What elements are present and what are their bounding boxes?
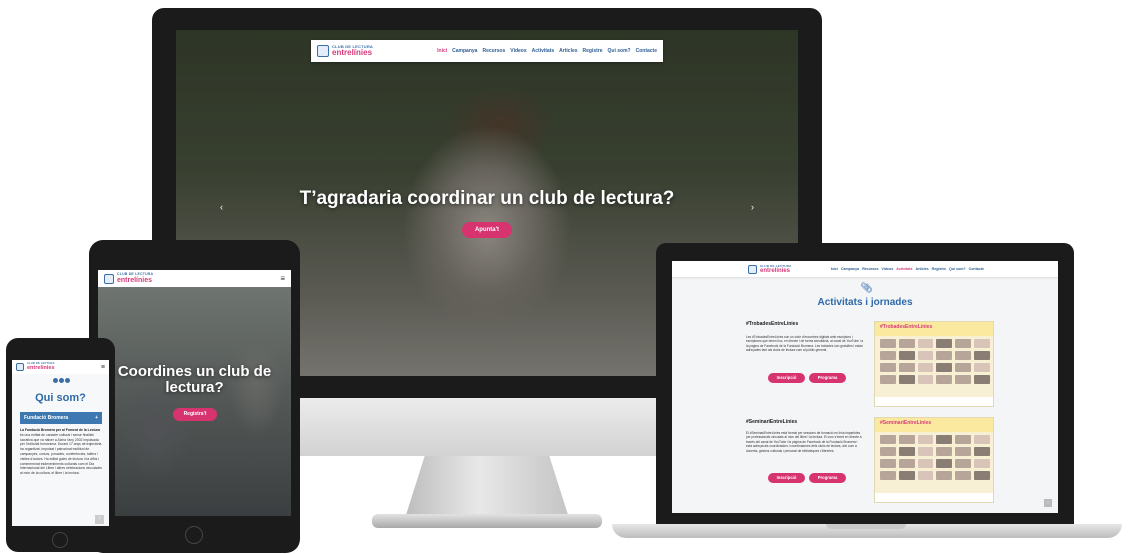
hero-title: T’agradaria coordinar un club de lectura… xyxy=(299,188,675,209)
logo-bottom-text: entrelínies xyxy=(117,276,153,284)
body-text: és una entitat de caràcter cultural i se… xyxy=(20,432,102,476)
inscripcio-button[interactable]: Inscripció xyxy=(768,473,805,483)
hamburger-menu-icon[interactable]: ≡ xyxy=(280,274,285,283)
section-buttons-trobades: Inscripció Programa xyxy=(768,373,846,383)
nav-item-inici[interactable]: Inici xyxy=(437,48,447,54)
phone-navbar: CLUB DE LECTURA entrelínies ≡ xyxy=(12,360,109,374)
nav-item-qui-som[interactable]: Qui som? xyxy=(949,267,966,271)
site-logo[interactable]: CLUB DE LECTURA entrelínies xyxy=(104,273,153,284)
book-icon xyxy=(748,264,757,274)
accordion-fundacio-bromera[interactable]: Fundació Bromera + xyxy=(20,412,102,424)
tablet-screen: CLUB DE LECTURA entrelínies ≡ Coordines … xyxy=(98,270,291,516)
nav-item-articles[interactable]: Articles xyxy=(915,267,928,271)
plus-icon: + xyxy=(95,415,98,421)
logo-bottom-text: entrelínies xyxy=(760,267,791,274)
nav-item-inici[interactable]: Inici xyxy=(831,267,838,271)
section-text-seminari: El #SeminariEntreLínies està format per … xyxy=(746,431,862,453)
book-icon xyxy=(317,45,329,57)
section-title-seminari: #SeminariEntreLínies xyxy=(746,419,798,425)
nav-item-activitats[interactable]: Activitats xyxy=(532,48,555,54)
tablet-navbar: CLUB DE LECTURA entrelínies ≡ xyxy=(98,270,291,287)
laptop: CLUB DE LECTURA entrelínies Inici Campan… xyxy=(656,243,1074,525)
paperclip-icon: 📎︎ xyxy=(860,283,873,294)
nav-item-articles[interactable]: Articles xyxy=(559,48,577,54)
section-buttons-seminari: Inscripció Programa xyxy=(768,473,846,483)
nav-item-campanya[interactable]: Campanya xyxy=(841,267,859,271)
nav-item-recursos[interactable]: Recursos xyxy=(862,267,878,271)
phone-section-title: Qui som? xyxy=(35,392,86,404)
poster-title: #SeminariEntreLínies xyxy=(880,420,932,426)
laptop-notch xyxy=(826,524,906,529)
nav-item-qui-som[interactable]: Qui som? xyxy=(608,48,631,54)
monitor-foot xyxy=(372,514,602,528)
nav-item-contacte[interactable]: Contacte xyxy=(636,48,657,54)
desktop-nav-menu: Inici Campanya Recursos Vídeos Activitat… xyxy=(437,48,657,54)
site-logo[interactable]: CLUB DE LECTURA entrelínies xyxy=(16,362,55,371)
hamburger-menu-icon[interactable]: ≡ xyxy=(101,364,105,371)
logo-bottom-text: entrelínies xyxy=(332,48,373,57)
tablet-home-button[interactable] xyxy=(185,526,203,544)
book-icon xyxy=(104,273,114,284)
desktop-navbar: CLUB DE LECTURA entrelínies Inici Campan… xyxy=(311,40,663,62)
phone-home-button[interactable] xyxy=(52,532,68,548)
logo-bottom-text: entrelínies xyxy=(27,364,55,371)
section-text-trobades: Les #TrobadesEntreLínies són un cicle d’… xyxy=(746,335,864,353)
programa-button[interactable]: Programa xyxy=(809,373,846,383)
section-title-trobades: #TrobadesEntreLínies xyxy=(746,321,799,327)
accordion-label: Fundació Bromera xyxy=(24,415,69,421)
scroll-top-icon[interactable]: ↑ xyxy=(1044,499,1052,507)
poster-seminari[interactable]: #SeminariEntreLínies xyxy=(874,417,994,503)
nav-item-videos[interactable]: Vídeos xyxy=(510,48,526,54)
nav-item-activitats[interactable]: Activitats xyxy=(896,267,912,271)
book-icon xyxy=(16,363,24,371)
site-logo[interactable]: CLUB DE LECTURA entrelínies xyxy=(317,45,373,57)
registrat-button[interactable]: Registra't xyxy=(173,408,217,421)
laptop-navbar: CLUB DE LECTURA entrelínies Inici Campan… xyxy=(672,261,1058,277)
nav-item-videos[interactable]: Vídeos xyxy=(881,267,893,271)
tablet: CLUB DE LECTURA entrelínies ≡ Coordines … xyxy=(89,240,300,553)
monitor-stand xyxy=(405,456,569,518)
inscripcio-button[interactable]: Inscripció xyxy=(768,373,805,383)
nav-item-campanya[interactable]: Campanya xyxy=(452,48,477,54)
apuntat-button[interactable]: Apunta't xyxy=(462,222,512,238)
poster-trobades[interactable]: #TrobadesEntreLínies xyxy=(874,321,994,407)
nav-item-registre[interactable]: Registre xyxy=(932,267,946,271)
group-users-icon xyxy=(52,378,70,390)
phone-screen: CLUB DE LECTURA entrelínies ≡ Qui som? F… xyxy=(12,360,109,526)
nav-item-recursos[interactable]: Recursos xyxy=(482,48,505,54)
phone-body-text: La Fundació Bromera per al Foment de la … xyxy=(20,428,102,476)
laptop-screen: CLUB DE LECTURA entrelínies Inici Campan… xyxy=(672,261,1058,513)
scroll-top-icon[interactable]: ↑ xyxy=(95,515,104,524)
programa-button[interactable]: Programa xyxy=(809,473,846,483)
nav-item-registre[interactable]: Registre xyxy=(583,48,603,54)
tablet-hero-title: Coordines un club de lectura? xyxy=(117,363,272,396)
laptop-nav-menu: Inici Campanya Recursos Vídeos Activitat… xyxy=(831,267,984,271)
smartphone: CLUB DE LECTURA entrelínies ≡ Qui som? F… xyxy=(6,338,115,552)
page-title: Activitats i jornades xyxy=(817,297,913,308)
body-lead: La Fundació Bromera per al Foment de la … xyxy=(20,428,100,432)
site-logo[interactable]: CLUB DE LECTURA entrelínies xyxy=(748,264,792,274)
nav-item-contacte[interactable]: Contacte xyxy=(969,267,984,271)
poster-title: #TrobadesEntreLínies xyxy=(880,324,933,330)
